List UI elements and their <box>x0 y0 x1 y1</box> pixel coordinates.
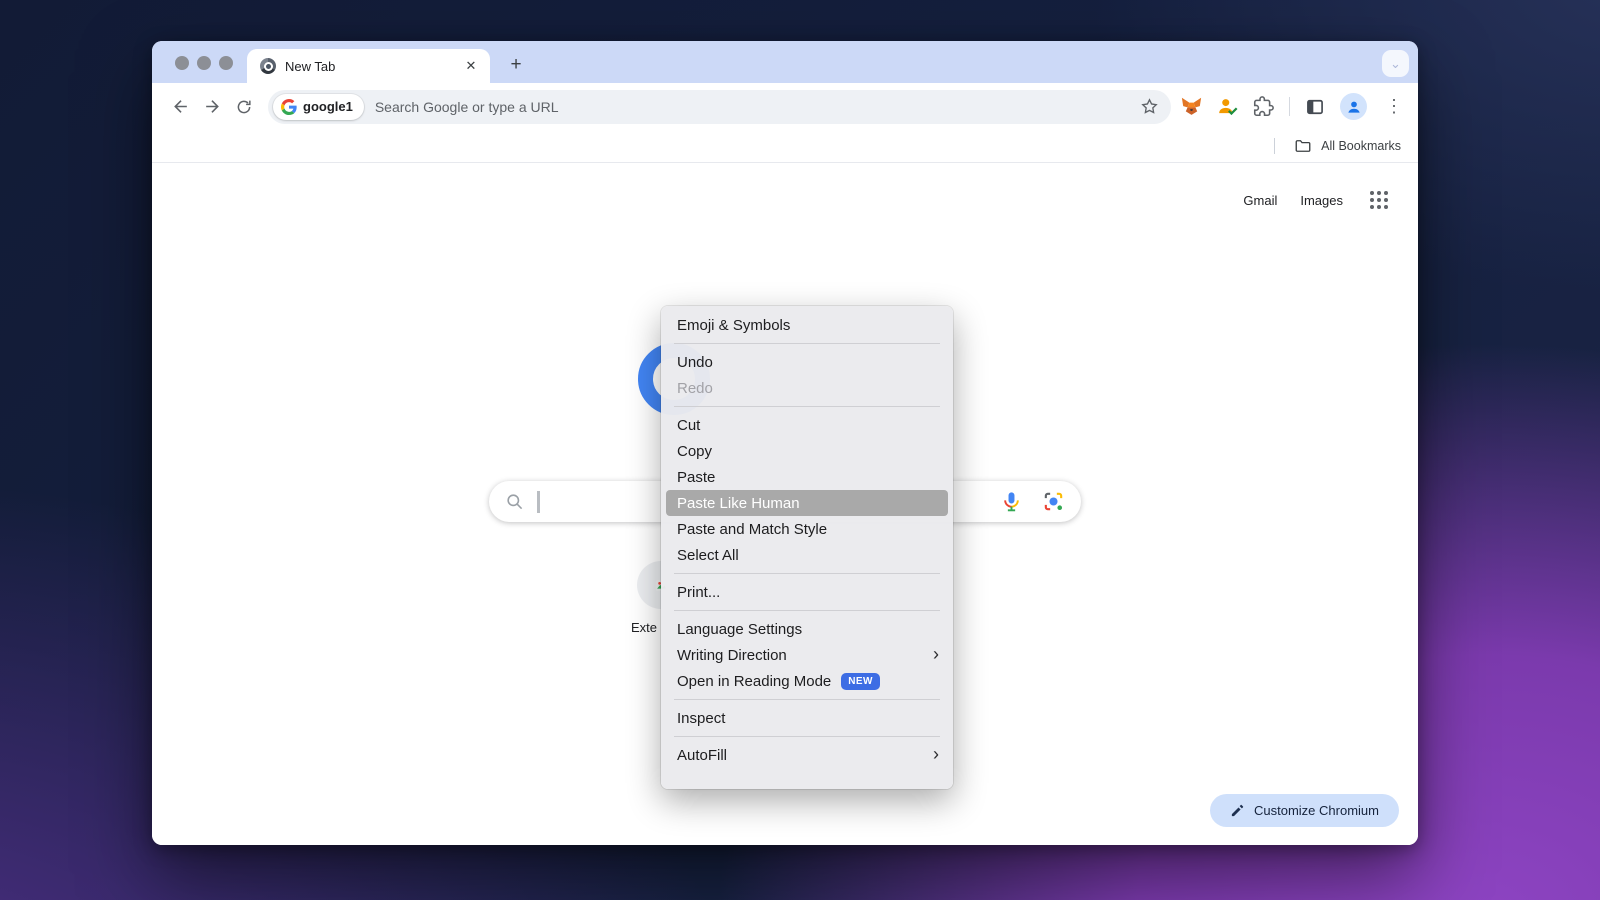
toolbar-divider <box>1289 97 1290 116</box>
back-arrow-icon <box>171 97 190 116</box>
google-apps-grid-icon[interactable] <box>1366 187 1392 213</box>
menu-separator <box>674 343 940 344</box>
reload-icon <box>235 98 253 116</box>
browser-menu-button[interactable]: ⋮ <box>1382 91 1406 123</box>
menu-separator <box>674 573 940 574</box>
profile-check-extension-icon[interactable] <box>1217 96 1238 117</box>
menu-item-paste-and-match-style[interactable]: Paste and Match Style <box>661 516 953 542</box>
menu-item-paste[interactable]: Paste <box>661 464 953 490</box>
menu-item-writing-direction[interactable]: Writing Direction › <box>661 642 953 668</box>
context-menu: Emoji & Symbols Undo Redo Cut Copy Paste… <box>661 306 953 789</box>
google-g-icon <box>281 99 297 115</box>
menu-separator <box>674 699 940 700</box>
search-engine-chip-label: google1 <box>303 99 353 114</box>
menu-item-undo[interactable]: Undo <box>661 349 953 375</box>
browser-toolbar: google1 ⋮ <box>152 83 1418 130</box>
menu-item-language-settings[interactable]: Language Settings <box>661 616 953 642</box>
bookmark-star-icon[interactable] <box>1140 97 1159 116</box>
profile-avatar[interactable] <box>1340 93 1367 120</box>
omnibox[interactable]: google1 <box>268 90 1171 124</box>
submenu-arrow-icon: › <box>933 645 939 663</box>
metamask-extension-icon[interactable] <box>1181 96 1202 117</box>
profile-person-icon <box>1345 98 1363 116</box>
menu-separator <box>674 736 940 737</box>
toolbar-extension-area: ⋮ <box>1181 91 1408 123</box>
forward-button[interactable] <box>196 91 228 123</box>
new-tab-button[interactable]: + <box>504 53 528 77</box>
voice-search-mic-icon[interactable] <box>1000 490 1023 513</box>
submenu-arrow-icon: › <box>933 745 939 763</box>
ntp-top-links: Gmail Images <box>1243 187 1392 213</box>
tab-new-tab[interactable]: New Tab ✕ <box>247 49 490 83</box>
menu-item-print[interactable]: Print... <box>661 579 953 605</box>
menu-separator <box>674 610 940 611</box>
chromium-favicon <box>260 58 276 74</box>
menu-item-emoji-symbols[interactable]: Emoji & Symbols <box>661 312 953 338</box>
browser-window: New Tab ✕ + ⌄ google1 <box>152 41 1418 845</box>
back-button[interactable] <box>164 91 196 123</box>
google-lens-icon[interactable] <box>1042 490 1065 513</box>
menu-item-autofill[interactable]: AutoFill › <box>661 742 953 768</box>
tab-search-chevron-icon[interactable]: ⌄ <box>1382 50 1409 77</box>
tab-title: New Tab <box>285 59 462 74</box>
pencil-icon <box>1230 803 1245 818</box>
menu-item-inspect[interactable]: Inspect <box>661 705 953 731</box>
text-caret <box>537 491 540 513</box>
search-engine-chip[interactable]: google1 <box>273 94 364 120</box>
macos-desktop: New Tab ✕ + ⌄ google1 <box>0 0 1600 900</box>
customize-chromium-button[interactable]: Customize Chromium <box>1210 794 1399 827</box>
menu-item-copy[interactable]: Copy <box>661 438 953 464</box>
folder-icon <box>1294 137 1312 155</box>
reload-button[interactable] <box>228 91 260 123</box>
customize-chromium-label: Customize Chromium <box>1254 803 1379 818</box>
menu-item-open-in-reading-mode[interactable]: Open in Reading Mode NEW <box>661 668 953 694</box>
menu-item-select-all[interactable]: Select All <box>661 542 953 568</box>
shortcut-label: Exte <box>631 620 657 635</box>
close-window-button[interactable] <box>175 56 189 70</box>
menu-separator <box>674 406 940 407</box>
zoom-window-button[interactable] <box>219 56 233 70</box>
tab-strip: New Tab ✕ + ⌄ <box>152 41 1418 83</box>
extensions-puzzle-icon[interactable] <box>1253 96 1274 117</box>
side-panel-icon[interactable] <box>1305 97 1325 117</box>
images-link[interactable]: Images <box>1300 193 1343 208</box>
window-controls <box>175 56 233 70</box>
kebab-menu-icon: ⋮ <box>1385 96 1403 117</box>
bookmarks-bar: All Bookmarks <box>152 130 1418 163</box>
gmail-link[interactable]: Gmail <box>1243 193 1277 208</box>
new-badge: NEW <box>841 673 880 690</box>
forward-arrow-icon <box>203 97 222 116</box>
tab-close-icon[interactable]: ✕ <box>462 57 480 75</box>
search-icon <box>505 492 524 511</box>
omnibox-input[interactable] <box>375 99 1140 115</box>
menu-item-paste-like-human[interactable]: Paste Like Human <box>666 490 948 516</box>
menu-item-cut[interactable]: Cut <box>661 412 953 438</box>
minimize-window-button[interactable] <box>197 56 211 70</box>
bookmarks-divider <box>1274 138 1275 154</box>
all-bookmarks-button[interactable]: All Bookmarks <box>1321 139 1401 153</box>
menu-item-redo: Redo <box>661 375 953 401</box>
